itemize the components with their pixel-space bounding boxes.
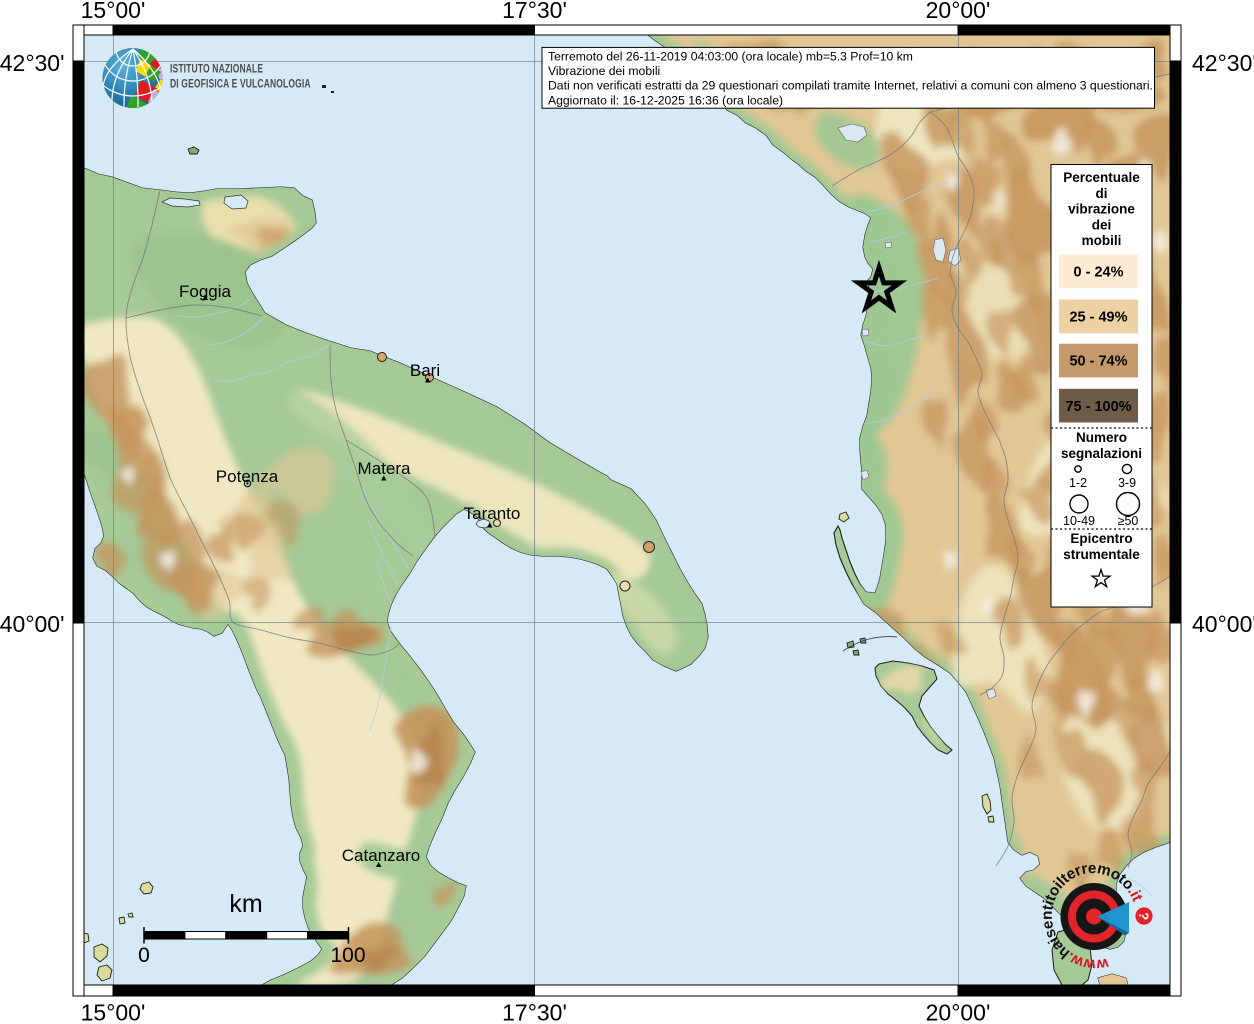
svg-text:0: 0 (138, 944, 150, 967)
svg-text:25 - 49%: 25 - 49% (1069, 310, 1127, 326)
svg-text:di: di (1096, 186, 1108, 201)
svg-text:Percentuale: Percentuale (1063, 170, 1140, 185)
svg-text:40°00': 40°00' (1192, 611, 1254, 637)
svg-text:Bari: Bari (410, 361, 440, 380)
svg-text:1-2: 1-2 (1069, 476, 1087, 490)
svg-text:Matera: Matera (358, 459, 411, 478)
svg-text:42°30': 42°30' (0, 50, 65, 76)
svg-text:3-9: 3-9 (1118, 476, 1136, 490)
svg-text:Dati non verificati estratti d: Dati non verificati estratti da 29 quest… (548, 79, 1153, 93)
svg-text:15°00': 15°00' (81, 0, 146, 23)
svg-text:100: 100 (330, 944, 365, 967)
svg-text:strumentale: strumentale (1063, 547, 1140, 562)
svg-text:20°00': 20°00' (926, 0, 991, 23)
svg-text:20°00': 20°00' (926, 1000, 991, 1024)
svg-text:vibrazione: vibrazione (1068, 202, 1135, 217)
svg-text:75 - 100%: 75 - 100% (1065, 399, 1131, 415)
svg-text:segnalazioni: segnalazioni (1061, 446, 1142, 461)
svg-text:Catanzaro: Catanzaro (342, 846, 420, 865)
svg-text:Aggiornato il: 16-12-2025 16:3: Aggiornato il: 16-12-2025 16:36 (ora loc… (548, 93, 783, 107)
svg-text:Terremoto del 26-11-2019 04:03: Terremoto del 26-11-2019 04:03:00 (ora l… (548, 49, 913, 63)
svg-text:0 - 24%: 0 - 24% (1074, 265, 1124, 281)
svg-text:DI GEOFISICA E VULCANOLOGIA: DI GEOFISICA E VULCANOLOGIA (170, 78, 311, 91)
svg-text:17°30': 17°30' (502, 0, 567, 23)
svg-text:Vibrazione dei mobili: Vibrazione dei mobili (548, 64, 660, 78)
svg-text:15°00': 15°00' (81, 1000, 146, 1024)
svg-text:km: km (229, 890, 262, 918)
svg-text:17°30': 17°30' (502, 1000, 567, 1024)
svg-text:mobili: mobili (1082, 233, 1122, 248)
svg-text:50 - 74%: 50 - 74% (1069, 354, 1127, 370)
svg-text:Epicentro: Epicentro (1070, 531, 1132, 546)
svg-text:dei: dei (1092, 217, 1112, 232)
svg-text:≥50: ≥50 (1118, 514, 1139, 528)
svg-text:?: ? (1136, 911, 1152, 921)
svg-text:ISTITUTO NAZIONALE: ISTITUTO NAZIONALE (170, 63, 263, 76)
svg-text:40°00': 40°00' (0, 611, 65, 637)
svg-text:Numero: Numero (1076, 430, 1127, 445)
svg-text:10-49: 10-49 (1063, 514, 1095, 528)
svg-text:42°30': 42°30' (1192, 50, 1254, 76)
svg-text:Taranto: Taranto (464, 504, 521, 523)
